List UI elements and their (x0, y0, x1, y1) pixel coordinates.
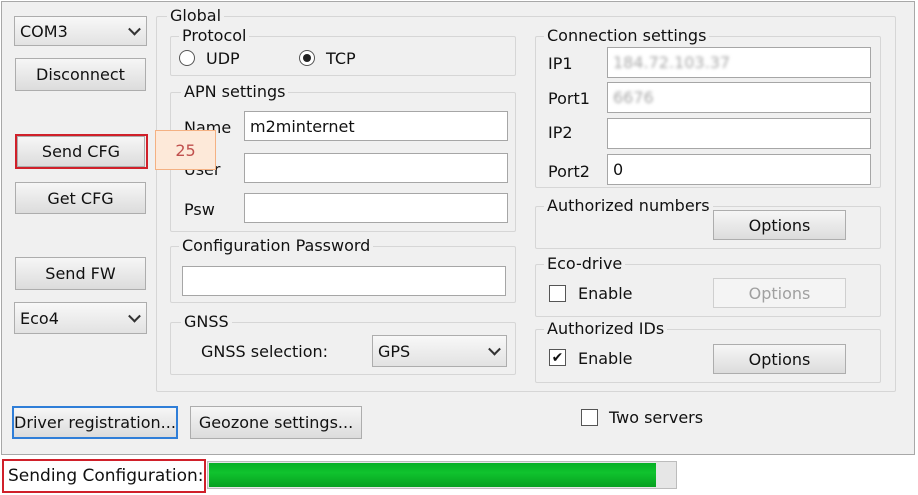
apn-user-field[interactable] (244, 153, 508, 183)
annotation-badge: 25 (155, 130, 216, 170)
eco-drive-legend: Eco-drive (544, 255, 626, 273)
gnss-legend: GNSS (181, 313, 232, 331)
connection-settings-legend: Connection settings (544, 27, 710, 45)
apn-name-field[interactable]: m2minternet (244, 111, 508, 141)
port2-field[interactable]: 0 (607, 154, 871, 185)
get-cfg-button[interactable]: Get CFG (15, 182, 146, 214)
tcp-label: TCP (326, 49, 356, 68)
chevron-down-icon (488, 342, 501, 356)
gnss-selection-label: GNSS selection: (201, 342, 329, 361)
com-port-select[interactable]: COM3 (14, 16, 147, 46)
send-fw-button[interactable]: Send FW (15, 257, 146, 290)
authorized-ids-enable-label: Enable (578, 349, 633, 368)
apn-psw-label: Psw (184, 200, 215, 219)
config-password-field[interactable] (182, 266, 506, 296)
ip1-field[interactable]: 184.72.103.37 (607, 47, 871, 78)
ip1-value: 184.72.103.37 (613, 53, 731, 72)
sending-configuration-highlight (2, 459, 206, 493)
two-servers-checkbox[interactable] (581, 409, 598, 426)
two-servers-label: Two servers (609, 408, 704, 427)
port1-value: 6676 (613, 88, 654, 107)
geozone-settings-button[interactable]: Geozone settings... (190, 406, 362, 439)
ip2-label: IP2 (548, 123, 573, 142)
device-model-value: Eco4 (20, 308, 59, 328)
apn-settings-legend: APN settings (181, 83, 289, 101)
udp-label: UDP (206, 49, 240, 68)
progress-fill (209, 463, 657, 487)
port1-label: Port1 (548, 89, 590, 108)
send-cfg-highlight (15, 134, 148, 169)
authorized-numbers-legend: Authorized numbers (544, 197, 713, 215)
disconnect-button[interactable]: Disconnect (15, 58, 146, 91)
authorized-ids-enable-checkbox[interactable]: ✔ (549, 349, 566, 366)
sending-progress-bar (207, 461, 677, 489)
chevron-down-icon (128, 22, 141, 36)
authorized-ids-options-button[interactable]: Options (713, 344, 846, 374)
gnss-selection-value: GPS (378, 341, 411, 361)
port2-label: Port2 (548, 162, 590, 181)
driver-registration-button[interactable]: Driver registration... (12, 406, 178, 439)
com-port-value: COM3 (20, 21, 68, 41)
tcp-radio[interactable] (299, 50, 315, 66)
global-legend: Global (167, 7, 225, 25)
ip2-field[interactable] (607, 118, 871, 149)
config-password-legend: Configuration Password (179, 237, 374, 255)
authorized-ids-legend: Authorized IDs (544, 320, 668, 338)
apn-psw-field[interactable] (244, 193, 508, 223)
port1-field[interactable]: 6676 (607, 82, 871, 113)
udp-radio[interactable] (179, 50, 195, 66)
checkmark-icon: ✔ (551, 349, 564, 366)
device-model-select[interactable]: Eco4 (14, 302, 147, 334)
chevron-down-icon (128, 309, 141, 323)
eco-drive-options-button: Options (713, 278, 846, 308)
gnss-selection-select[interactable]: GPS (372, 335, 507, 367)
main-panel: COM3 Disconnect Send CFG Get CFG Send FW… (1, 1, 915, 455)
eco-drive-enable-label: Enable (578, 284, 633, 303)
eco-drive-enable-checkbox[interactable] (549, 285, 566, 302)
protocol-legend: Protocol (179, 27, 250, 45)
ip1-label: IP1 (548, 54, 573, 73)
authorized-numbers-options-button[interactable]: Options (713, 210, 846, 240)
